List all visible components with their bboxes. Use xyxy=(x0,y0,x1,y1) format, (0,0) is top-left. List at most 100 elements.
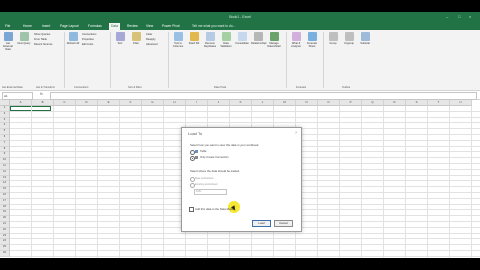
consolidate-button[interactable]: Consolidate xyxy=(235,32,249,45)
subtotal-icon xyxy=(360,32,370,41)
connection-icon xyxy=(195,156,198,159)
properties-button[interactable]: Properties xyxy=(82,38,94,41)
gridline xyxy=(10,110,480,112)
column-header[interactable]: C xyxy=(54,100,76,106)
column-header[interactable]: K xyxy=(230,100,252,106)
data-model-checkbox[interactable] xyxy=(189,207,194,212)
cancel-button[interactable]: Cancel xyxy=(274,220,293,227)
video-frame: Book1 - Excel – □ × File Home Insert Pag… xyxy=(0,0,480,270)
column-header[interactable]: D xyxy=(76,100,98,106)
tab-formulas[interactable]: Formulas xyxy=(86,23,104,30)
clear-button[interactable]: Clear xyxy=(146,33,152,36)
group-separator xyxy=(168,32,169,88)
forecast-icon xyxy=(307,32,317,41)
tab-file[interactable]: File xyxy=(3,23,12,30)
column-header[interactable]: J xyxy=(208,100,230,106)
column-header[interactable]: Q xyxy=(362,100,384,106)
column-header[interactable]: L xyxy=(252,100,274,106)
formula-bar: A1 fx xyxy=(0,91,480,100)
column-header[interactable]: G xyxy=(142,100,164,106)
row-header[interactable]: 26 xyxy=(0,251,10,257)
get-external-data-button[interactable]: Get External Data xyxy=(1,32,15,51)
gridline xyxy=(10,238,480,240)
column-header[interactable]: N xyxy=(296,100,318,106)
existing-worksheet-ref-input[interactable]: $A$1 xyxy=(194,189,227,195)
minimize-icon[interactable]: – xyxy=(446,14,448,19)
group-label-outline: Outline xyxy=(342,86,351,89)
column-header[interactable]: H xyxy=(164,100,186,106)
dialog-title: Load To xyxy=(188,131,203,136)
subtotal-button[interactable]: Subtotal xyxy=(358,32,372,45)
window-title: Book1 - Excel xyxy=(229,15,251,19)
flash-fill-button[interactable]: Flash Fill xyxy=(187,32,201,45)
help-icon[interactable]: ? xyxy=(295,131,297,135)
tab-data[interactable]: Data xyxy=(109,23,120,30)
ungroup-button[interactable]: Ungroup xyxy=(342,32,356,45)
column-header[interactable]: B xyxy=(32,100,54,106)
reapply-button[interactable]: Reapply xyxy=(146,38,156,41)
from-table-button[interactable]: From Table xyxy=(34,38,47,41)
show-queries-button[interactable]: Show Queries xyxy=(34,33,50,36)
column-header[interactable]: P xyxy=(340,100,362,106)
ungroup-icon xyxy=(344,32,354,41)
tab-power-pivot[interactable]: Power Pivot xyxy=(160,23,182,30)
manage-data-model-button[interactable]: Manage Data Model xyxy=(267,32,281,48)
tab-page-layout[interactable]: Page Layout xyxy=(58,23,81,30)
refresh-all-button[interactable]: Refresh All xyxy=(66,32,80,45)
column-header[interactable]: E xyxy=(98,100,120,106)
advanced-button[interactable]: Advanced xyxy=(146,43,158,46)
column-header[interactable]: A xyxy=(10,100,32,106)
edit-links-button[interactable]: Edit Links xyxy=(82,43,93,46)
load-to-dialog: Load To ? Select how you want to view th… xyxy=(181,127,302,232)
close-icon[interactable]: × xyxy=(469,14,471,19)
refresh-icon xyxy=(68,32,78,41)
what-if-analysis-button[interactable]: What-If Analysis xyxy=(289,32,303,48)
column-header[interactable]: R xyxy=(384,100,406,106)
column-header[interactable]: O xyxy=(318,100,340,106)
name-box[interactable]: A1 xyxy=(2,92,33,100)
fx-icon[interactable]: fx xyxy=(40,92,43,96)
tab-insert[interactable]: Insert xyxy=(40,23,52,30)
group-button[interactable]: Group xyxy=(326,32,340,45)
filter-icon xyxy=(131,32,141,41)
filter-button[interactable]: Filter xyxy=(129,32,143,45)
group-separator xyxy=(323,32,324,88)
tab-view[interactable]: View xyxy=(144,23,155,30)
maximize-icon[interactable]: □ xyxy=(458,14,460,19)
group-label-sort-filter: Sort & Filter xyxy=(128,86,142,89)
columns-icon xyxy=(173,32,183,41)
flash-icon xyxy=(189,32,199,41)
text-to-columns-button[interactable]: Text to Columns xyxy=(171,32,185,48)
title-bar: Book1 - Excel – □ × xyxy=(0,12,480,22)
table-icon xyxy=(195,150,198,153)
load-button[interactable]: Load xyxy=(252,220,271,227)
column-header[interactable]: T xyxy=(428,100,450,106)
gridline xyxy=(10,255,480,257)
tab-review[interactable]: Review xyxy=(125,23,140,30)
group-label-get-external-data: Get External Data xyxy=(2,86,23,89)
remove-duplicates-button[interactable]: Remove Duplicates xyxy=(203,32,217,48)
column-header[interactable]: F xyxy=(120,100,142,106)
column-header[interactable]: I xyxy=(186,100,208,106)
data-validation-button[interactable]: Data Validation xyxy=(219,32,233,48)
column-header[interactable]: S xyxy=(406,100,428,106)
recent-sources-button[interactable]: Recent Sources xyxy=(34,43,52,46)
new-query-button[interactable]: New Query xyxy=(17,32,31,45)
group-separator xyxy=(64,32,65,88)
radio-label-existing-worksheet: Existing worksheet: xyxy=(195,183,219,186)
tell-me-box[interactable]: Tell me what you want to do... xyxy=(192,23,235,30)
group-label-data-tools: Data Tools xyxy=(214,86,227,89)
column-header[interactable]: M xyxy=(274,100,296,106)
group-label-connections: Connections xyxy=(74,86,89,89)
radio-label-table: Table xyxy=(200,150,207,153)
tab-home[interactable]: Home xyxy=(21,23,34,30)
formula-input[interactable] xyxy=(50,92,477,100)
column-header[interactable]: U xyxy=(450,100,472,106)
sort-button[interactable]: Sort xyxy=(113,32,127,45)
forecast-sheet-button[interactable]: Forecast Sheet xyxy=(305,32,319,48)
relationships-button[interactable]: Relationships xyxy=(251,32,267,45)
group-separator xyxy=(110,32,111,88)
gridline xyxy=(10,116,480,118)
connections-button[interactable]: Connections xyxy=(82,33,96,36)
group-separator xyxy=(286,32,287,88)
